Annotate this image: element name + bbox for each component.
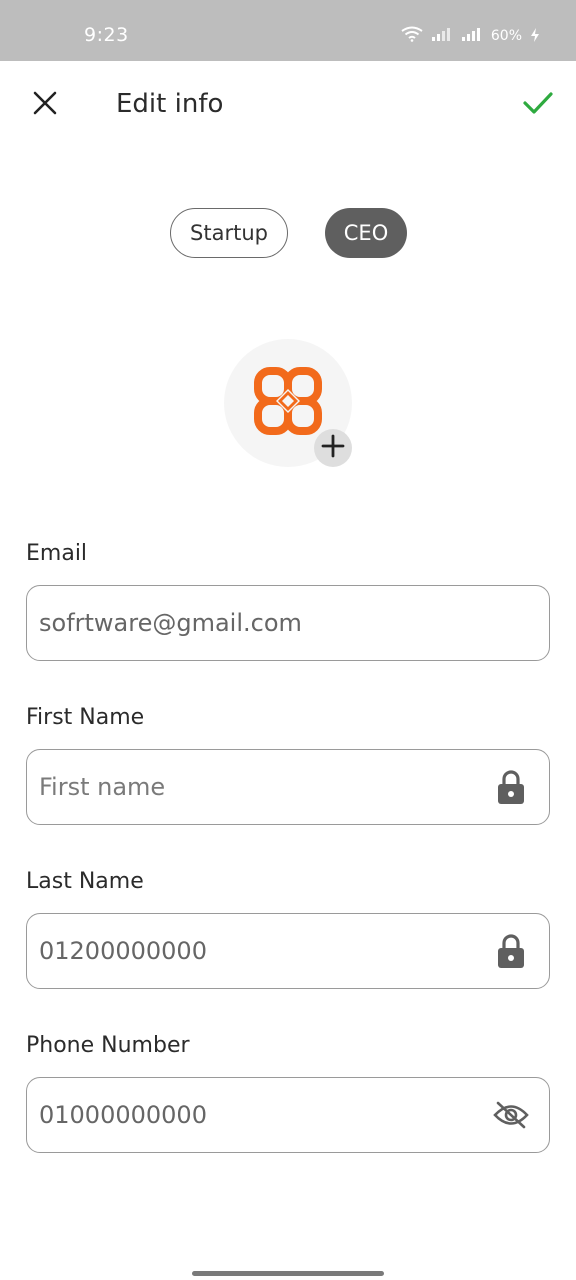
first-name-placeholder: First name (39, 773, 166, 801)
avatar-container (224, 339, 352, 467)
signal-icon (461, 26, 483, 46)
email-value: sofrtware@gmail.com (39, 609, 302, 637)
company-logo (248, 361, 328, 445)
last-name-field[interactable]: 01200000000 (26, 913, 550, 989)
lock-icon (491, 767, 531, 807)
close-button[interactable] (24, 84, 66, 126)
app-bar: Edit info (0, 61, 576, 151)
plus-icon (321, 434, 345, 462)
role-selector: Startup CEO (0, 208, 576, 258)
close-icon (33, 91, 57, 119)
eye-off-icon[interactable] (491, 1095, 531, 1135)
first-name-label: First Name (26, 705, 145, 730)
page-title: Edit info (116, 89, 224, 119)
add-photo-button[interactable] (314, 429, 352, 467)
battery-text: 60% (490, 28, 522, 44)
check-icon (522, 90, 554, 120)
wifi-icon (401, 26, 423, 46)
last-name-value: 01200000000 (39, 937, 207, 965)
role-chip-startup[interactable]: Startup (170, 208, 288, 258)
status-icons: 60% (401, 26, 540, 46)
signal-icon (431, 26, 453, 46)
email-label: Email (26, 541, 88, 566)
status-bar: 9:23 60% (0, 0, 576, 61)
phone-label: Phone Number (26, 1033, 190, 1058)
email-field[interactable]: sofrtware@gmail.com (26, 585, 550, 661)
phone-value: 01000000000 (39, 1101, 207, 1129)
status-time: 9:23 (84, 24, 129, 46)
last-name-label: Last Name (26, 869, 144, 894)
home-indicator[interactable] (192, 1271, 384, 1276)
lock-icon (491, 931, 531, 971)
first-name-field[interactable]: First name (26, 749, 550, 825)
confirm-button[interactable] (516, 83, 560, 127)
phone-field[interactable]: 01000000000 (26, 1077, 550, 1153)
role-chip-ceo[interactable]: CEO (325, 208, 407, 258)
charging-icon (530, 27, 540, 46)
